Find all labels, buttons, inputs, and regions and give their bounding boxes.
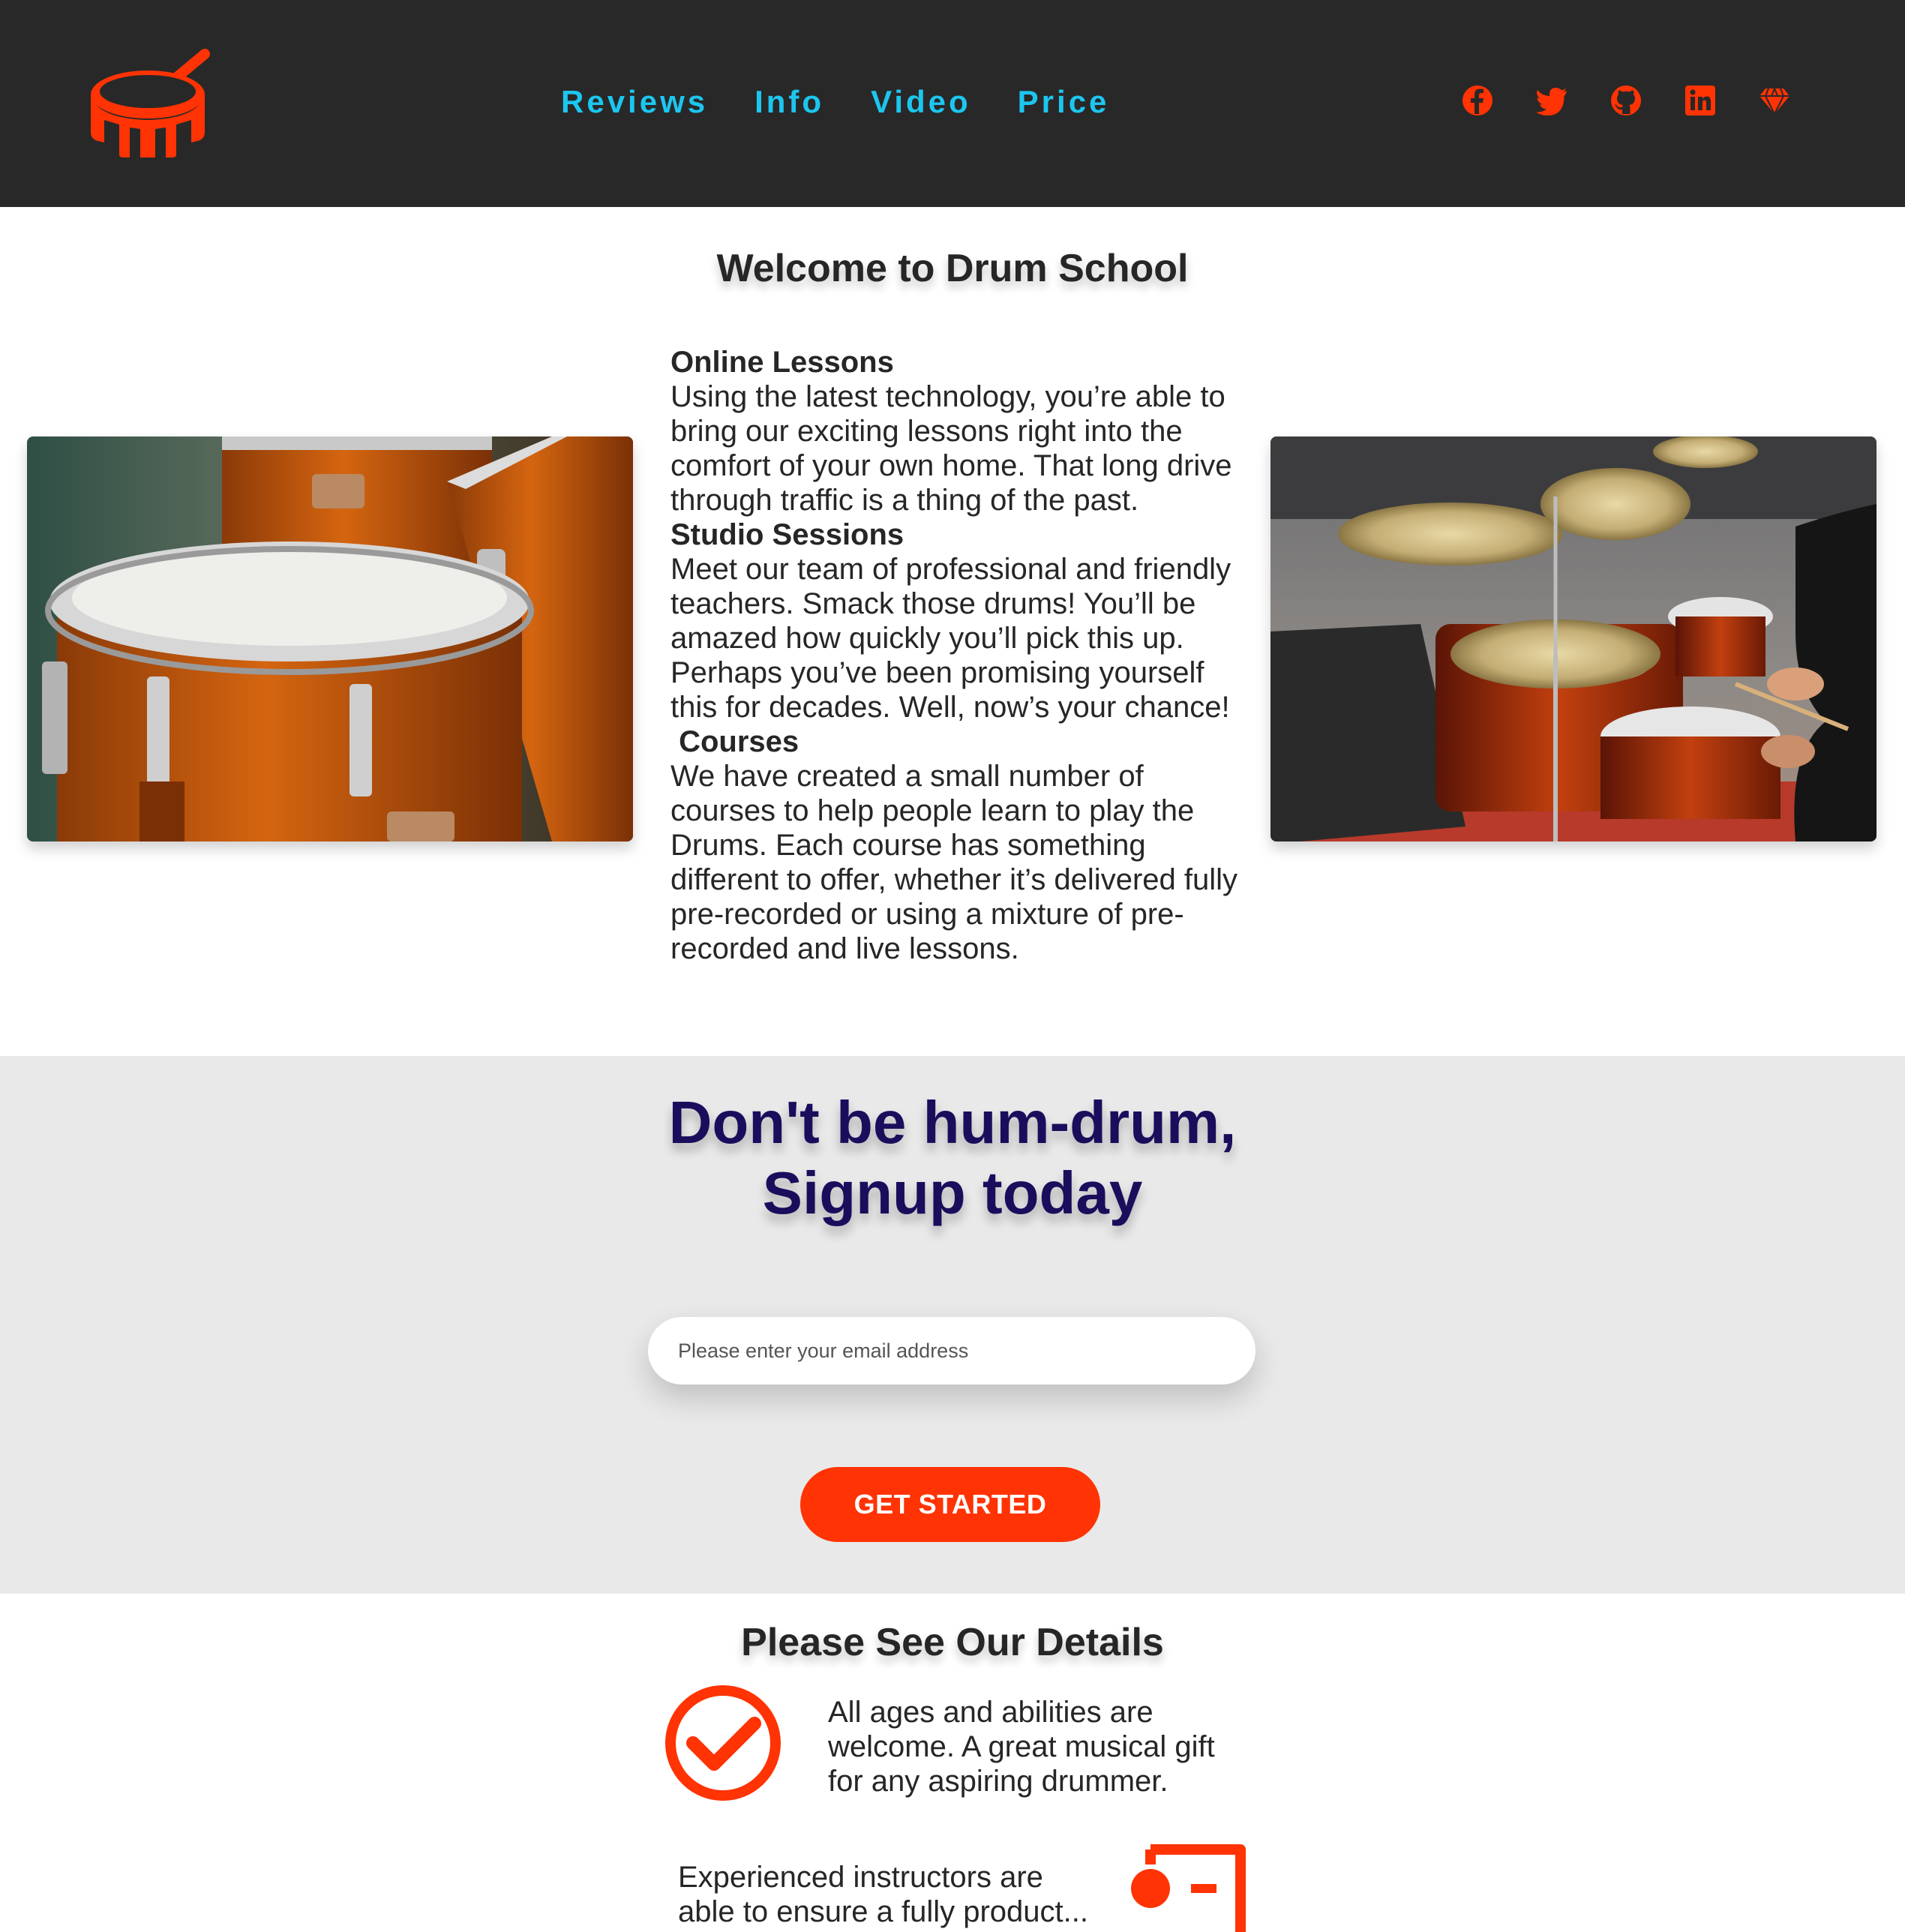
detail-ages-text: All ages and abilities are welcome. A gr… — [828, 1696, 1215, 1798]
github-icon[interactable] — [1610, 84, 1642, 117]
chalkboard-teacher-icon — [1131, 1844, 1246, 1932]
welcome-title: Welcome to Drum School — [716, 247, 1189, 290]
drums-closeup-image — [27, 436, 633, 842]
main-nav: Reviews Info Video Price — [561, 81, 1156, 123]
signup-title: Don't be hum-drum, Signup today — [0, 1088, 1905, 1228]
social-links — [1461, 84, 1832, 117]
signup-title-line-2: Signup today — [762, 1160, 1143, 1226]
details-title: Please See Our Details — [741, 1621, 1164, 1664]
nav-info[interactable]: Info — [754, 81, 824, 123]
studio-sessions-body: Meet our team of professional and friend… — [670, 553, 1232, 724]
lessons-info: Online Lessons Using the latest technolo… — [670, 345, 1240, 966]
gem-icon[interactable] — [1758, 84, 1791, 117]
signup-title-line-1: Don't be hum-drum, — [668, 1089, 1237, 1156]
twitter-icon[interactable] — [1535, 84, 1568, 117]
email-input[interactable] — [648, 1317, 1256, 1384]
drum-logo-icon[interactable] — [86, 48, 214, 159]
signup-section: Don't be hum-drum, Signup today GET STAR… — [0, 1056, 1905, 1594]
courses-body: We have created a small number of course… — [670, 760, 1238, 965]
detail-instructors-text: Experienced instructors are able to ensu… — [678, 1861, 1088, 1928]
linkedin-icon[interactable] — [1684, 84, 1717, 117]
courses-heading: Courses — [670, 725, 800, 758]
get-started-button[interactable]: GET STARTED — [800, 1467, 1100, 1542]
drum-kit-player-image — [1270, 436, 1876, 842]
site-header: Reviews Info Video Price — [0, 0, 1905, 207]
nav-price[interactable]: Price — [1018, 81, 1110, 123]
checkmark-circle-icon — [665, 1685, 781, 1801]
nav-video[interactable]: Video — [871, 81, 971, 123]
online-lessons-heading: Online Lessons — [670, 346, 894, 379]
online-lessons-body: Using the latest technology, you’re able… — [670, 380, 1232, 517]
facebook-icon[interactable] — [1461, 84, 1494, 117]
studio-sessions-heading: Studio Sessions — [670, 518, 904, 551]
nav-reviews[interactable]: Reviews — [561, 81, 708, 123]
